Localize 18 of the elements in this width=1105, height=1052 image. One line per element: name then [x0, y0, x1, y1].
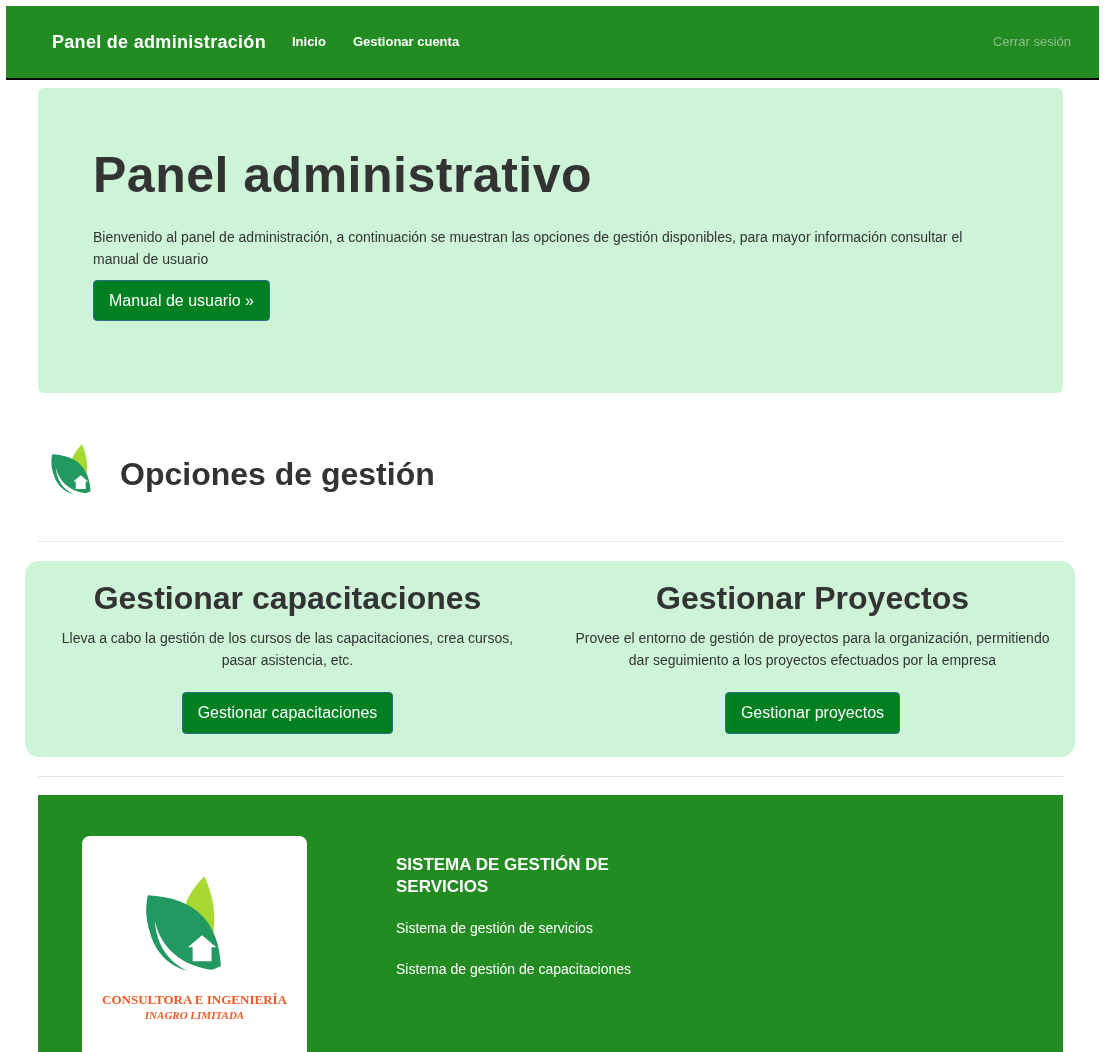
option-title: Gestionar Proyectos [656, 579, 969, 617]
manual-button[interactable]: Manual de usuario » [93, 280, 270, 321]
option-button[interactable]: Gestionar proyectos [724, 692, 901, 734]
footer-title: SISTEMA DE GESTIÓN DE SERVICIOS [396, 854, 610, 898]
logo-text: CONSULTORA E INGENIERÍA [102, 992, 287, 1008]
footer-link[interactable]: Sistema de gestión de servicios [396, 918, 656, 939]
nav-link[interactable]: Gestionar cuenta [352, 32, 460, 52]
hero-title: Panel administrativo [93, 150, 594, 200]
option-text: Lleva a cabo la gestión de los cursos de las capacitaciones, crea cursos, pasar asistencia, etc. [60, 629, 515, 670]
option-title: Gestionar capacitaciones [93, 579, 482, 617]
nav-link[interactable]: Inicio [291, 32, 326, 52]
brand-link[interactable]: Panel de administración [52, 28, 266, 56]
logo-text: INAGRO LIMITADA [144, 1008, 245, 1022]
option-text: Provee el entorno de gestión de proyectos para la organización, permitiendo dar seguimiento a los proyectos efectuados por la empresa [574, 629, 1051, 670]
option-button[interactable]: Gestionar capacitaciones [181, 692, 394, 734]
hero-text: Bienvenido al panel de administración, a continuación se muestran las opciones de gestión disponibles, para mayor información consultar el manual de usuario [93, 228, 964, 269]
section-title: Opciones de gestión [120, 455, 435, 494]
footer-link[interactable]: Sistema de gestión de capacitaciones [396, 959, 656, 980]
